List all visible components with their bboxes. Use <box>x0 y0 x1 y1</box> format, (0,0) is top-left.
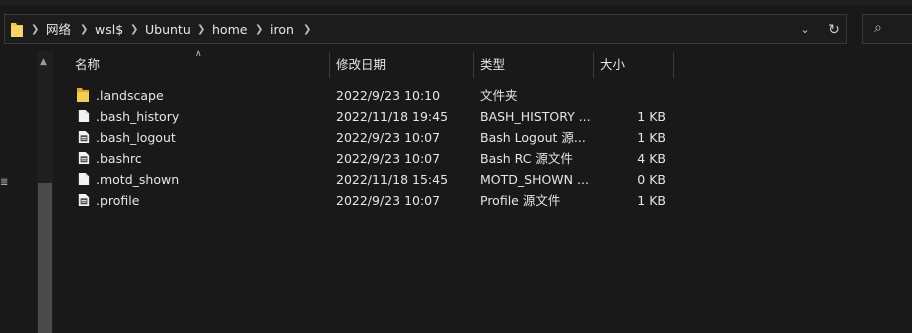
file-size: 1 KB <box>637 130 666 145</box>
chevron-right-icon[interactable]: ❯ <box>130 21 138 39</box>
column-divider[interactable] <box>673 52 674 78</box>
column-divider[interactable] <box>473 52 474 78</box>
chevron-right-icon[interactable]: ❯ <box>31 21 39 39</box>
breadcrumb-network[interactable]: 网络 <box>46 21 71 39</box>
file-size: 0 KB <box>637 172 666 187</box>
file-row[interactable]: .bash_logout 2022/9/23 10:07 Bash Logout… <box>70 127 670 148</box>
breadcrumb-iron[interactable]: iron <box>270 21 294 39</box>
source-file-icon <box>78 131 90 143</box>
file-name: .bashrc <box>96 151 142 166</box>
file-date: 2022/9/23 10:07 <box>336 151 441 166</box>
nav-scrollbar[interactable]: ▲ <box>37 51 53 333</box>
chevron-down-icon[interactable]: ⌄ <box>796 21 814 39</box>
file-row[interactable]: .bash_history 2022/11/18 19:45 BASH_HIST… <box>70 106 670 127</box>
file-row[interactable]: .motd_shown 2022/11/18 15:45 MOTD_SHOWN … <box>70 169 670 190</box>
file-size <box>600 85 666 106</box>
file-icon <box>78 173 90 185</box>
file-name: .bash_logout <box>96 130 176 145</box>
toolbar-strip <box>0 0 912 5</box>
file-name: .motd_shown <box>96 172 180 187</box>
column-divider[interactable] <box>593 52 594 78</box>
file-date: 2022/9/23 10:10 <box>336 88 441 103</box>
file-type: BASH_HISTORY ... <box>480 109 591 124</box>
file-date: 2022/11/18 19:45 <box>336 109 449 124</box>
file-name: .bash_history <box>96 109 180 124</box>
column-header-name[interactable]: 名称 <box>75 52 100 78</box>
file-icon <box>78 110 90 122</box>
breadcrumb-ubuntu[interactable]: Ubuntu <box>145 21 191 39</box>
nav-pane-edge: ≣ <box>0 177 9 188</box>
file-type: MOTD_SHOWN ... <box>480 172 589 187</box>
file-row[interactable]: .profile 2022/9/23 10:07 Profile 源文件 1 K… <box>70 190 670 211</box>
chevron-right-icon[interactable]: ❯ <box>303 21 311 39</box>
scroll-up-icon[interactable]: ▲ <box>40 57 47 67</box>
file-date: 2022/11/18 15:45 <box>336 172 449 187</box>
file-type: Profile 源文件 <box>480 193 561 208</box>
address-bar[interactable]: ❯ 网络 ❯ wsl$ ❯ Ubuntu ❯ home ❯ iron ❯ ⌄ ↻ <box>4 14 847 44</box>
scrollbar-thumb[interactable] <box>38 183 52 333</box>
breadcrumb-wsl[interactable]: wsl$ <box>95 21 123 39</box>
file-date: 2022/9/23 10:07 <box>336 130 441 145</box>
file-type: 文件夹 <box>480 88 518 103</box>
refresh-icon[interactable]: ↻ <box>825 21 843 39</box>
file-name: .profile <box>96 193 140 208</box>
file-type: Bash RC 源文件 <box>480 151 573 166</box>
column-header-type[interactable]: 类型 <box>480 52 505 78</box>
chevron-right-icon[interactable]: ❯ <box>80 21 88 39</box>
chevron-right-icon[interactable]: ❯ <box>197 21 205 39</box>
file-row[interactable]: .landscape 2022/9/23 10:10 文件夹 <box>70 85 670 106</box>
column-header-date[interactable]: 修改日期 <box>336 52 386 78</box>
chevron-right-icon[interactable]: ❯ <box>255 21 263 39</box>
column-header-size[interactable]: 大小 <box>600 52 625 78</box>
file-size: 1 KB <box>637 193 666 208</box>
file-type: Bash Logout 源... <box>480 130 586 145</box>
file-size: 1 KB <box>637 109 666 124</box>
search-icon: ⌕ <box>874 20 882 36</box>
search-input[interactable]: ⌕ <box>862 14 912 44</box>
file-size: 4 KB <box>637 151 666 166</box>
folder-icon <box>11 23 23 37</box>
file-date: 2022/9/23 10:07 <box>336 193 441 208</box>
breadcrumb-home[interactable]: home <box>212 21 247 39</box>
file-row[interactable]: .bashrc 2022/9/23 10:07 Bash RC 源文件 4 KB <box>70 148 670 169</box>
folder-icon <box>77 88 89 102</box>
column-divider[interactable] <box>329 52 330 78</box>
sort-ascending-icon: ∧ <box>195 49 202 59</box>
source-file-icon <box>78 194 90 206</box>
source-file-icon <box>78 152 90 164</box>
file-name: .landscape <box>96 88 164 103</box>
